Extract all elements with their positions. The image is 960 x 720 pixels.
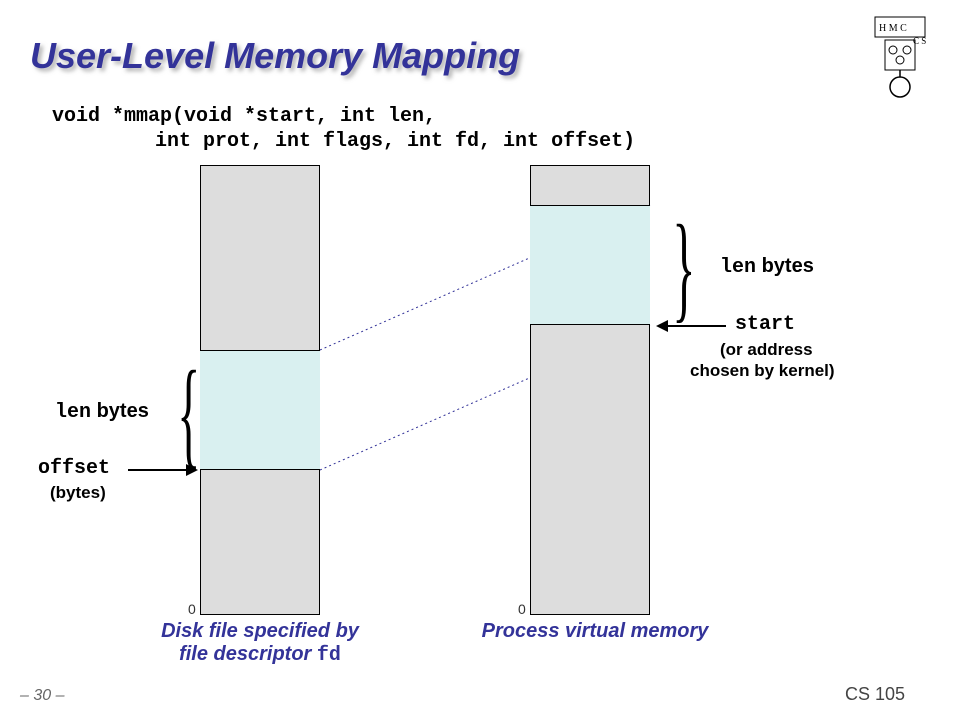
start-label: start [735, 313, 795, 336]
right-caption: Process virtual memory [480, 620, 710, 643]
disk-file-mapped-region [200, 350, 320, 470]
mmap-diagram: { { len bytes len bytes offset (bytes) s… [0, 155, 960, 665]
course-label: CS 105 [845, 684, 905, 705]
zero-left: 0 [188, 601, 196, 617]
offset-arrow-line [128, 469, 186, 471]
offset-label: offset [38, 457, 110, 480]
page-number: – 30 – [20, 687, 64, 705]
len-bytes-right: len bytes [720, 255, 814, 279]
virtual-memory-mapped-region [530, 205, 650, 325]
len-bytes-left: len bytes [55, 400, 149, 424]
offset-arrow-head [186, 464, 198, 476]
code-signature-line2: int prot, int flags, int fd, int offset) [155, 130, 635, 153]
slide-title: User-Level Memory Mapping [30, 35, 520, 77]
left-caption: Disk file specified by file descriptor f… [135, 620, 385, 667]
hmc-cs-logo: H M C C S [865, 12, 945, 102]
offset-sublabel: (bytes) [50, 483, 106, 503]
code-signature-line1: void *mmap(void *start, int len, [52, 105, 436, 128]
start-sublabel-1: (or address [720, 340, 813, 360]
left-brace: { [177, 353, 200, 473]
start-arrow-head [656, 320, 668, 332]
start-arrow-line [668, 325, 726, 327]
svg-text:H M C: H M C [879, 23, 907, 34]
start-sublabel-2: chosen by kernel) [690, 361, 835, 381]
right-brace: { [672, 207, 695, 327]
zero-right: 0 [518, 601, 526, 617]
